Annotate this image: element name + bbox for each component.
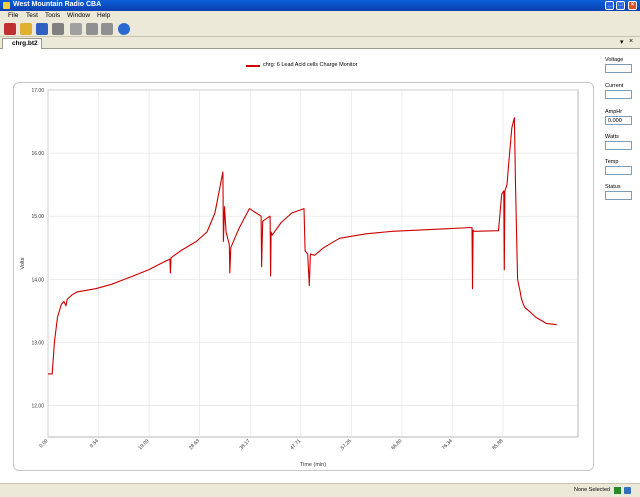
legend-swatch bbox=[246, 65, 260, 67]
menu-file[interactable]: File bbox=[8, 12, 18, 19]
readout-label: Temp bbox=[605, 159, 619, 165]
readout-label: Status bbox=[605, 184, 621, 190]
tab-chrg-bt2[interactable]: chrg.bt2 bbox=[2, 38, 42, 49]
readout-amphr: AmpHr 0.000 bbox=[605, 109, 632, 125]
plot-panel: 0.00 9.54 19.09 28.63 38.17 47.71 57.26 66.80 76… bbox=[13, 82, 594, 471]
y-tick-label: 12.00 bbox=[31, 403, 44, 409]
menu-help[interactable]: Help bbox=[97, 12, 110, 19]
y-tick-label: 16.00 bbox=[31, 151, 44, 157]
open-folder-icon[interactable] bbox=[20, 23, 32, 35]
y-tick-label: 17.00 bbox=[31, 88, 44, 94]
maximize-button[interactable]: □ bbox=[616, 1, 625, 10]
readout-label: Voltage bbox=[605, 57, 624, 63]
readout-value-field[interactable] bbox=[605, 90, 632, 99]
readout-value-field[interactable]: 0.000 bbox=[605, 116, 632, 125]
readout-voltage: Voltage bbox=[605, 57, 632, 73]
x-tick-label: 66.80 bbox=[390, 438, 403, 451]
stop-icon[interactable] bbox=[101, 23, 113, 35]
readout-value-field[interactable] bbox=[605, 166, 632, 175]
x-tick-label: 9.54 bbox=[89, 438, 100, 449]
tab-list-icon[interactable]: ▾ bbox=[620, 38, 624, 46]
x-tick-label: 85.88 bbox=[491, 438, 504, 451]
menu-bar: File Test Tools Window Help bbox=[0, 11, 640, 21]
status-text: None Selected bbox=[574, 487, 611, 493]
x-tick-label: 19.09 bbox=[137, 438, 150, 451]
help-icon[interactable] bbox=[118, 23, 130, 35]
readout-value-field[interactable] bbox=[605, 64, 632, 73]
plot-area bbox=[47, 89, 579, 438]
readout-status: Status bbox=[605, 184, 632, 200]
y-tick-label: 13.00 bbox=[31, 340, 44, 346]
x-tick-label: 28.63 bbox=[188, 438, 201, 451]
x-tick-label: 57.26 bbox=[340, 438, 353, 451]
export-icon[interactable] bbox=[70, 23, 82, 35]
title-bar: West Mountain Radio CBA _ □ × bbox=[0, 0, 640, 11]
legend-label: chrg: 6 Lead Acid cells Charge Monitor bbox=[263, 62, 358, 68]
menu-window[interactable]: Window bbox=[67, 12, 90, 19]
readout-label: AmpHr bbox=[605, 109, 623, 115]
x-tick-label: 47.71 bbox=[289, 438, 302, 451]
status-bar: None Selected bbox=[0, 483, 640, 497]
menu-test[interactable]: Test bbox=[26, 12, 38, 19]
tab-close-icon[interactable]: × bbox=[629, 38, 633, 45]
y-axis-label: Volts bbox=[20, 257, 26, 269]
status-network-icon bbox=[624, 487, 631, 494]
window-title: West Mountain Radio CBA bbox=[13, 1, 102, 8]
app-icon bbox=[3, 2, 10, 9]
close-button[interactable]: × bbox=[628, 1, 637, 10]
y-tick-label: 14.00 bbox=[31, 277, 44, 283]
new-icon[interactable] bbox=[4, 23, 16, 35]
minimize-button[interactable]: _ bbox=[605, 1, 614, 10]
save-icon[interactable] bbox=[36, 23, 48, 35]
play-icon[interactable] bbox=[86, 23, 98, 35]
x-tick-label: 0.00 bbox=[38, 438, 49, 449]
readout-value-field[interactable] bbox=[605, 191, 632, 200]
status-grid-icon bbox=[614, 487, 621, 494]
readout-temp: Temp bbox=[605, 159, 632, 175]
readout-label: Current bbox=[605, 83, 624, 89]
x-tick-label: 38.17 bbox=[239, 438, 252, 451]
toolbar bbox=[0, 21, 640, 37]
readout-watts: Watts bbox=[605, 134, 632, 150]
readout-label: Watts bbox=[605, 134, 619, 140]
y-tick-label: 15.00 bbox=[31, 214, 44, 220]
tab-strip: chrg.bt2 ▾ × bbox=[0, 37, 640, 49]
readout-current: Current bbox=[605, 83, 632, 99]
print-icon[interactable] bbox=[52, 23, 64, 35]
x-tick-label: 76.34 bbox=[441, 438, 454, 451]
readout-value-field[interactable] bbox=[605, 141, 632, 150]
menu-tools[interactable]: Tools bbox=[45, 12, 60, 19]
chart-svg: 0.00 9.54 19.09 28.63 38.17 47.71 57.26 66.80 76… bbox=[20, 88, 579, 468]
x-axis-label: Time (min) bbox=[300, 462, 326, 468]
